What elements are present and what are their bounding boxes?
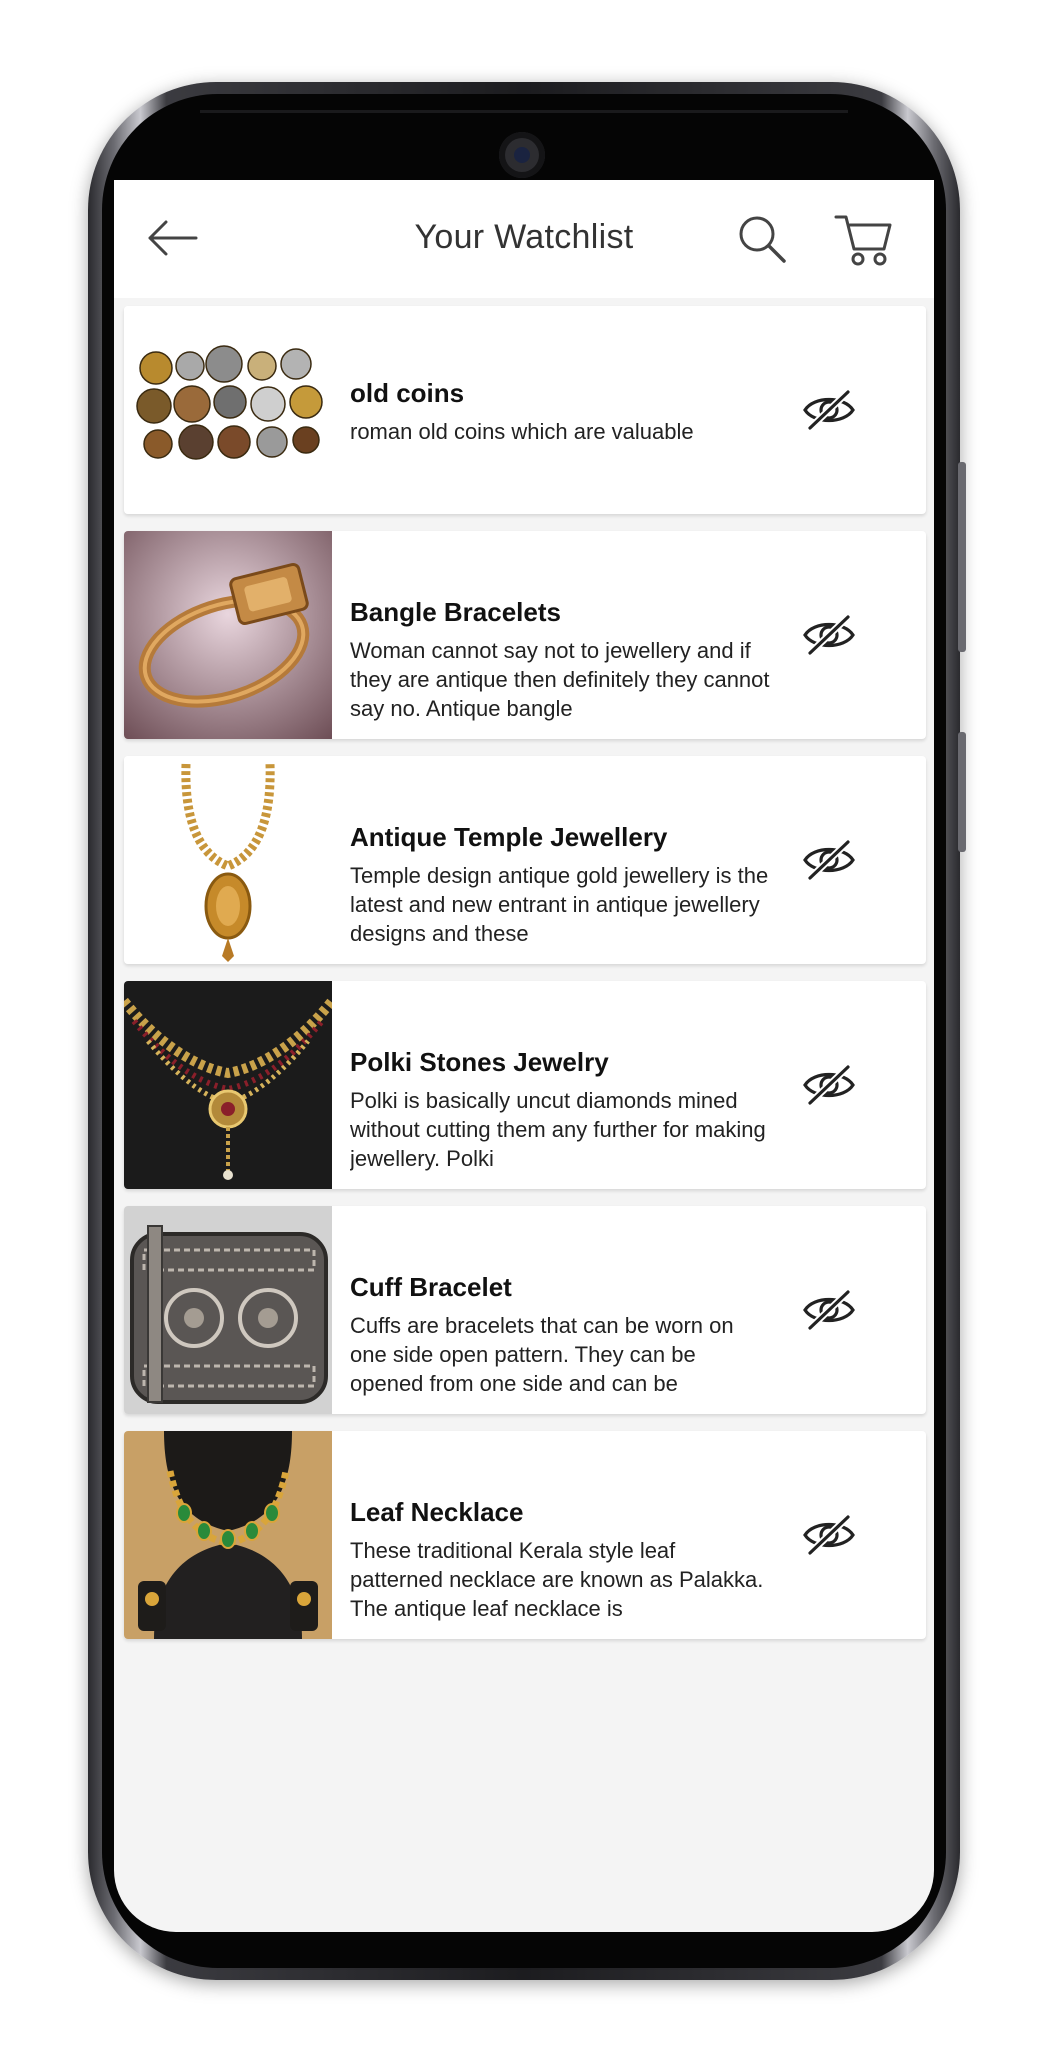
item-description: Polki is basically uncut diamonds mined … — [350, 1088, 766, 1171]
watchlist-item[interactable]: old coins roman old coins which are valu… — [124, 306, 926, 514]
polki-necklace-photo — [124, 981, 332, 1189]
remove-from-watchlist-button[interactable] — [802, 836, 856, 884]
item-title: Antique Temple Jewellery — [350, 822, 668, 852]
old-coins-photo — [124, 306, 332, 514]
cart-icon — [834, 215, 892, 266]
remove-from-watchlist-button[interactable] — [802, 1511, 856, 1559]
app-bar: Your Watchlist — [114, 180, 934, 298]
item-text: Leaf Necklace These traditional Kerala s… — [350, 1497, 770, 1623]
remove-from-watchlist-button[interactable] — [802, 1286, 856, 1334]
remove-from-watchlist-button[interactable] — [802, 1061, 856, 1109]
item-title: Polki Stones Jewelry — [350, 1047, 609, 1077]
remove-from-watchlist-button[interactable] — [802, 386, 856, 434]
cart-button[interactable] — [834, 213, 892, 267]
item-title: Bangle Bracelets — [350, 597, 561, 627]
item-description: Woman cannot say not to jewellery and if… — [350, 638, 770, 721]
watchlist-item[interactable]: Bangle Bracelets Woman cannot say not to… — [124, 531, 926, 739]
item-title: Leaf Necklace — [350, 1497, 524, 1527]
eye-off-icon — [803, 1514, 855, 1556]
item-description: Cuffs are bracelets that can be worn on … — [350, 1313, 734, 1396]
eye-off-icon — [803, 389, 855, 431]
app-screen: Your Watchlist old coins roman old coins… — [114, 180, 934, 1932]
search-button[interactable] — [736, 213, 788, 265]
watchlist: old coins roman old coins which are valu… — [124, 306, 926, 1656]
volume-button — [958, 462, 966, 652]
eye-off-icon — [803, 839, 855, 881]
item-text: Cuff Bracelet Cuffs are bracelets that c… — [350, 1272, 770, 1398]
temple-necklace-photo — [124, 756, 332, 964]
item-text: Polki Stones Jewelry Polki is basically … — [350, 1047, 770, 1173]
remove-from-watchlist-button[interactable] — [802, 611, 856, 659]
item-description: Temple design antique gold jewellery is … — [350, 863, 769, 946]
watchlist-item[interactable]: Cuff Bracelet Cuffs are bracelets that c… — [124, 1206, 926, 1414]
leaf-necklace-photo — [124, 1431, 332, 1639]
item-text: Bangle Bracelets Woman cannot say not to… — [350, 597, 770, 723]
item-description: roman old coins which are valuable — [350, 419, 694, 444]
speaker-grille — [200, 110, 848, 113]
item-title: Cuff Bracelet — [350, 1272, 512, 1302]
eye-off-icon — [803, 1064, 855, 1106]
eye-off-icon — [803, 1289, 855, 1331]
page-title: Your Watchlist — [414, 218, 634, 256]
watchlist-item[interactable]: Leaf Necklace These traditional Kerala s… — [124, 1431, 926, 1639]
item-text: Antique Temple Jewellery Temple design a… — [350, 822, 770, 948]
watchlist-item[interactable]: Polki Stones Jewelry Polki is basically … — [124, 981, 926, 1189]
item-title: old coins — [350, 378, 465, 408]
cuff-bracelet-photo — [124, 1206, 332, 1414]
item-text: old coins roman old coins which are valu… — [350, 378, 770, 504]
eye-off-icon — [803, 614, 855, 656]
front-camera — [499, 132, 545, 178]
item-description: These traditional Kerala style leaf patt… — [350, 1538, 764, 1621]
watchlist-item[interactable]: Antique Temple Jewellery Temple design a… — [124, 756, 926, 964]
bangle-bracelet-photo — [124, 531, 332, 739]
power-button — [958, 732, 966, 852]
search-icon — [739, 216, 786, 263]
